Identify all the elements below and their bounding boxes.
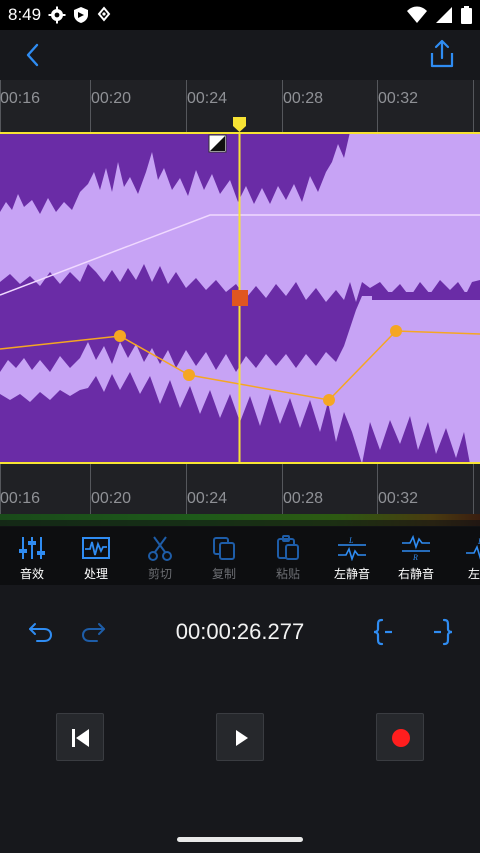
ruler-label: 00:24 (187, 90, 228, 107)
home-indicator[interactable] (177, 837, 303, 842)
tool-label: 复制 (211, 567, 236, 581)
ruler-label: 00:20 (91, 90, 132, 107)
ruler-label: 00:28 (283, 490, 324, 507)
chevron-left-icon[interactable] (18, 40, 48, 70)
tool-process[interactable]: 处理 (66, 535, 126, 582)
tool-label: 左静音 (333, 567, 370, 581)
copy-icon (213, 537, 235, 560)
current-time-display: 00:00:26.277 (175, 619, 305, 644)
top-bar (0, 30, 480, 80)
envelope-point[interactable] (323, 394, 335, 406)
playback-controls: 00:00:26.277 (0, 585, 480, 853)
tool-left-right[interactable]: LL 左横 (450, 535, 480, 582)
tool-label: 粘贴 (275, 567, 300, 581)
ruler-label: 00:28 (283, 90, 324, 107)
ruler-label: 00:32 (378, 490, 419, 507)
play-button[interactable] (216, 713, 264, 761)
tool-label: 右静音 (397, 567, 434, 581)
tool-label: 左横 (467, 567, 480, 581)
download-icon (97, 6, 111, 22)
paste-icon (277, 535, 299, 560)
tool-label: 剪切 (147, 567, 172, 581)
skip-to-start-button[interactable] (56, 713, 104, 761)
right-mute-icon: R (402, 535, 430, 561)
status-icons-right (407, 6, 472, 24)
status-bar: 8:49 (0, 0, 480, 30)
envelope-point[interactable] (183, 369, 195, 381)
envelope-point[interactable] (390, 325, 402, 337)
playhead-handle-icon[interactable] (231, 116, 248, 133)
tool-effects[interactable]: 音效 (2, 535, 62, 582)
tool-cut[interactable]: 剪切 (130, 535, 190, 582)
equalizer-icon (19, 537, 45, 559)
svg-text:L: L (348, 536, 354, 545)
tool-left-mute[interactable]: L 左静音 (322, 535, 382, 582)
svg-text:R: R (412, 553, 418, 561)
tool-label: 音效 (19, 567, 44, 581)
wifi-icon (407, 6, 427, 23)
ruler-label: 00:20 (91, 490, 132, 507)
ruler-label: 00:24 (187, 490, 228, 507)
waveform-editor[interactable] (0, 132, 480, 464)
waveform-graphic[interactable] (0, 132, 480, 464)
shield-icon (74, 7, 88, 23)
status-icons-left (48, 6, 112, 24)
left-mute-icon: L (338, 536, 366, 561)
ruler-label: 00:32 (378, 90, 419, 107)
tool-paste[interactable]: 粘贴 (258, 535, 318, 582)
ruler-tick (473, 80, 474, 132)
record-button[interactable] (376, 713, 424, 761)
bracket-start-icon[interactable] (372, 618, 394, 646)
left-right-icon: LL (466, 537, 480, 560)
share-icon[interactable] (426, 38, 458, 70)
tool-right-mute[interactable]: R 右静音 (386, 535, 446, 582)
bracket-end-icon[interactable] (432, 618, 454, 646)
fade-handle[interactable] (208, 134, 227, 153)
settings-icon (48, 6, 66, 24)
level-meter (0, 514, 480, 526)
tool-copy[interactable]: 复制 (194, 535, 254, 582)
signal-icon (436, 7, 452, 23)
ruler-label: 00:16 (0, 490, 41, 507)
scissors-icon (148, 536, 172, 561)
ruler-tick (473, 464, 474, 514)
edit-toolbar: 音效 处理 剪切 复制 粘贴 L 左静音 R 右静音 左 (0, 527, 480, 585)
envelope-point[interactable] (114, 330, 126, 342)
status-time: 8:49 (8, 5, 42, 24)
skip-to-start-icon (72, 729, 89, 747)
ruler-label: 00:16 (0, 90, 41, 107)
play-icon (236, 730, 248, 746)
record-icon (392, 729, 410, 747)
waveform-process-icon (82, 537, 110, 559)
playhead-center-marker[interactable] (232, 290, 248, 306)
timeline-ruler-bottom[interactable]: 00:16 00:20 00:24 00:28 00:32 (0, 464, 480, 514)
tool-label: 处理 (83, 567, 108, 581)
battery-icon (461, 6, 472, 24)
